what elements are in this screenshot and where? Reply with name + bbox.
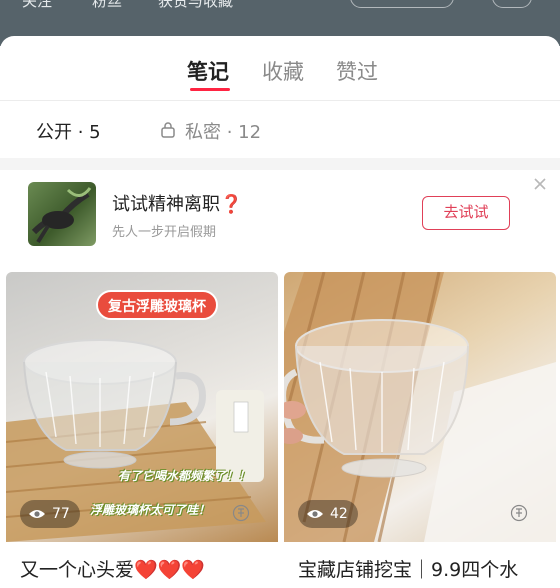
cover-caption: 浮雕玻璃杯太可了哇！ bbox=[90, 503, 211, 517]
active-tab-indicator bbox=[190, 88, 230, 91]
view-count-value: 77 bbox=[52, 506, 70, 522]
promo-thumbnail bbox=[28, 182, 96, 246]
promo-card: 试试精神离职❓ 先人一步开启假期 去试试 bbox=[8, 170, 554, 260]
tab-notes[interactable]: 笔记 bbox=[187, 56, 229, 86]
filter-public[interactable]: 公开 · 5 bbox=[36, 118, 101, 144]
cover-caption: 有了它喝水都频繁了！！ bbox=[118, 469, 251, 483]
note-title: 宝藏店铺挖宝｜9.9四个水 bbox=[298, 559, 519, 581]
filter-private[interactable]: 私密 · 12 bbox=[185, 118, 261, 144]
note-card[interactable]: 复古浮雕玻璃杯 有了它喝水都频繁了！！ 浮雕玻璃杯太可了哇！ 77 又一个心头爱… bbox=[6, 272, 278, 588]
tab-collections[interactable]: 收藏 bbox=[262, 56, 304, 86]
source-mark-icon bbox=[232, 504, 250, 522]
eye-icon bbox=[307, 510, 323, 518]
view-count: 42 bbox=[298, 500, 358, 528]
lock-icon bbox=[161, 122, 175, 138]
following-stat[interactable]: 关注 bbox=[22, 0, 52, 11]
view-count: 77 bbox=[20, 500, 80, 528]
source-mark-icon bbox=[510, 504, 528, 522]
view-count-value: 42 bbox=[330, 506, 348, 522]
likes-stat[interactable]: 获赞与收藏 bbox=[158, 0, 233, 11]
section-gap bbox=[0, 158, 560, 170]
try-it-button[interactable]: 去试试 bbox=[422, 196, 510, 230]
note-cover-image: 42 bbox=[284, 272, 556, 542]
cover-sticker: 复古浮雕玻璃杯 bbox=[96, 290, 218, 320]
tab-liked[interactable]: 赞过 bbox=[336, 56, 378, 86]
tabs-divider bbox=[0, 100, 560, 101]
close-icon[interactable] bbox=[532, 176, 548, 192]
note-title: 又一个心头爱❤️❤️❤️ bbox=[20, 559, 205, 581]
promo-title: 试试精神离职❓ bbox=[112, 194, 243, 215]
note-card[interactable]: 42 宝藏店铺挖宝｜9.9四个水 bbox=[284, 272, 556, 588]
promo-subtitle: 先人一步开启假期 bbox=[112, 225, 217, 240]
note-cover-image: 复古浮雕玻璃杯 有了它喝水都频繁了！！ 浮雕玻璃杯太可了哇！ 77 bbox=[6, 272, 278, 542]
settings-button[interactable] bbox=[492, 0, 532, 8]
eye-icon bbox=[29, 510, 45, 518]
followers-stat[interactable]: 粉丝 bbox=[92, 0, 122, 11]
edit-profile-button[interactable] bbox=[350, 0, 454, 8]
